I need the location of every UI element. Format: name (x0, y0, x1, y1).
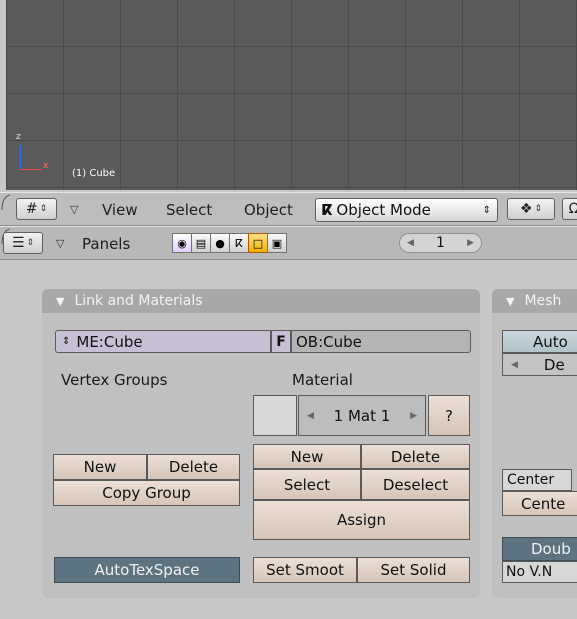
vertex-group-delete-button[interactable]: Delete (147, 454, 240, 480)
frame-number-field[interactable]: ◀ 1 ▶ (399, 233, 482, 253)
spinner-icon: ⇕ (482, 204, 491, 216)
menu-object[interactable]: Object (244, 201, 293, 219)
grid-icon: # (25, 201, 38, 217)
decrement-arrow-icon[interactable]: ◀ (307, 411, 314, 421)
axis-z-line (20, 145, 21, 169)
decrement-arrow-icon[interactable]: ◀ (407, 238, 414, 248)
panel-title: Mesh (524, 293, 562, 309)
collapse-menu-triangle-icon[interactable]: ▽ (70, 203, 78, 216)
mesh-name-value: ME:Cube (76, 332, 143, 351)
material-selector[interactable]: ◀ 1 Mat 1 ▶ (298, 395, 426, 436)
logic-context-icon[interactable]: ◉ (172, 233, 192, 253)
object-context-icon[interactable]: ⴽ (229, 233, 249, 253)
editor-type-selector[interactable]: # ⇕ (16, 198, 57, 220)
material-assign-button[interactable]: Assign (253, 500, 470, 540)
cube-icon: ❖ (519, 201, 533, 217)
vertex-group-new-button[interactable]: New (53, 454, 147, 480)
collapse-triangle-icon[interactable]: ▼ (56, 295, 64, 308)
spinner-icon: ⇕ (62, 336, 71, 347)
fake-user-button[interactable]: F (271, 330, 291, 353)
3d-viewport[interactable]: z x (1) Cube (6, 0, 577, 190)
menu-select[interactable]: Select (166, 201, 212, 219)
axis-x-line (20, 169, 42, 170)
material-help-button[interactable]: ? (428, 395, 470, 436)
active-object-label: (1) Cube (72, 168, 116, 179)
center-new-button[interactable]: Cente (502, 491, 577, 516)
pivot-selector[interactable]: Ω (562, 198, 577, 220)
increment-arrow-icon[interactable]: ▶ (410, 411, 417, 421)
panels-label: Panels (82, 235, 131, 253)
material-deselect-button[interactable]: Deselect (361, 469, 470, 500)
mesh-panel: ▼ Mesh Auto ◀ De Center Cente Doub No V.… (492, 289, 577, 598)
no-vnormal-flip-toggle[interactable]: No V.N (502, 561, 577, 583)
panel-header[interactable]: ▼ Link and Materials (42, 289, 480, 313)
buttons-header: ☰ ⇕ ▽ Panels ◉ ▤ ● ⴽ □ ▣ ◀ 1 ▶ (0, 226, 577, 260)
object-mode-icon: ⴽ (321, 201, 333, 219)
vertex-groups-label: Vertex Groups (61, 371, 168, 389)
axis-x-label: x (43, 161, 49, 171)
auto-smooth-button[interactable]: Auto (502, 330, 577, 353)
decrement-arrow-icon[interactable]: ◀ (511, 360, 518, 370)
material-label: Material (292, 371, 353, 389)
autotexspace-toggle[interactable]: AutoTexSpace (54, 557, 240, 583)
collapse-triangle-icon[interactable]: ▼ (506, 295, 514, 308)
draw-type-selector[interactable]: ❖ ⇕ (507, 198, 555, 220)
menu-view[interactable]: View (102, 201, 138, 219)
script-context-icon[interactable]: ▤ (191, 233, 211, 253)
shading-context-icon[interactable]: ● (210, 233, 230, 253)
editor-type-selector[interactable]: ☰ ⇕ (3, 232, 43, 254)
material-new-button[interactable]: New (253, 444, 361, 469)
link-materials-panel: ▼ Link and Materials ⇕ ME:Cube F OB:Cube… (42, 289, 480, 598)
spinner-icon: ⇕ (534, 204, 543, 214)
set-smooth-button[interactable]: Set Smoot (253, 557, 357, 583)
viewport-header: # ⇕ ▽ View Select Object ⴽ Object Mode ⇕ … (0, 192, 577, 226)
editing-context-icon[interactable]: □ (248, 233, 268, 253)
copy-group-button[interactable]: Copy Group (53, 480, 240, 506)
scene-context-icon[interactable]: ▣ (267, 233, 287, 253)
mode-selector-label: Object Mode (336, 201, 431, 219)
center-button[interactable]: Center (502, 469, 572, 491)
material-select-button[interactable]: Select (253, 469, 361, 500)
set-solid-button[interactable]: Set Solid (357, 557, 470, 583)
material-delete-button[interactable]: Delete (361, 444, 470, 469)
spinner-icon: ⇕ (26, 238, 35, 248)
header-curve-icon (1, 194, 10, 211)
material-color-swatch[interactable] (253, 395, 297, 436)
degree-field-value: De (543, 355, 565, 374)
degree-field[interactable]: ◀ De (502, 353, 577, 376)
axis-z-label: z (16, 132, 21, 142)
spinner-icon: ⇕ (39, 204, 48, 214)
pivot-icon: Ω (568, 201, 577, 217)
material-selector-value: 1 Mat 1 (333, 406, 391, 425)
collapse-menu-triangle-icon[interactable]: ▽ (56, 237, 64, 250)
object-name-field[interactable]: OB:Cube (291, 330, 471, 353)
buttons-window-icon: ☰ (11, 235, 25, 251)
mesh-name-field[interactable]: ⇕ ME:Cube (55, 330, 271, 353)
increment-arrow-icon[interactable]: ▶ (467, 238, 474, 248)
panel-header[interactable]: ▼ Mesh (492, 289, 577, 313)
panel-title: Link and Materials (74, 293, 203, 309)
double-sided-toggle[interactable]: Doub (502, 537, 577, 561)
frame-number-value: 1 (436, 235, 445, 251)
mode-selector[interactable]: ⴽ Object Mode ⇕ (315, 198, 498, 222)
